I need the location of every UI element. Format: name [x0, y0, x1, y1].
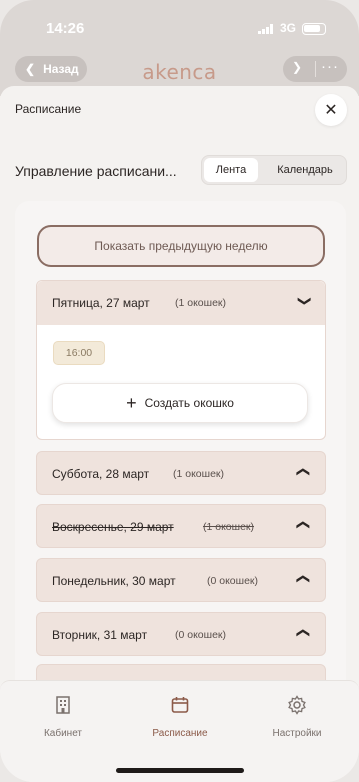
close-icon: ✕ — [324, 102, 338, 119]
day-slot-count: (0 окошек) — [175, 629, 226, 641]
day-name: Суббота, 28 март — [52, 467, 150, 481]
day-item[interactable]: Вторник, 31 март (0 окошек) ❮ — [36, 612, 326, 656]
status-time: 14:26 — [46, 20, 85, 37]
signal-icon — [258, 24, 273, 34]
view-toggle: Лента Календарь — [201, 155, 347, 185]
menu-divider — [315, 61, 316, 77]
day-name: Пятница, 27 март — [52, 296, 150, 310]
close-button[interactable]: ✕ — [315, 94, 347, 126]
tab-label: Кабинет — [43, 728, 83, 739]
tab-schedule[interactable]: Расписание — [130, 695, 230, 739]
day-slot-count: (1 окошек) — [203, 521, 254, 533]
schedule-sheet: Расписание ✕ Управление расписани... Лен… — [0, 86, 359, 782]
chevron-down-icon: ❮ — [296, 627, 312, 639]
app-screen: 14:26 3G ❮ Назад akenca ❯ ··· Расписание… — [0, 0, 359, 782]
network-label: 3G — [280, 21, 297, 35]
section-title: Управление расписани... — [15, 163, 177, 179]
chevron-down-icon[interactable]: ❯ — [292, 60, 302, 74]
building-icon — [56, 696, 70, 714]
tab-label: Настройки — [272, 728, 322, 739]
chevron-down-icon: ❮ — [296, 573, 312, 585]
chevron-down-icon: ❮ — [296, 519, 312, 531]
calendar-icon — [171, 697, 189, 713]
create-slot-label: Создать окошко — [144, 396, 234, 410]
chevron-up-icon: ❮ — [295, 295, 311, 307]
day-name: Понедельник, 30 март — [52, 574, 176, 588]
tab-calendar[interactable]: Календарь — [262, 156, 348, 184]
header-menu[interactable]: ❯ ··· — [283, 56, 347, 82]
tab-settings[interactable]: Настройки — [247, 695, 347, 739]
day-name: Воскресенье, 29 март — [52, 520, 174, 534]
day-slot-count: (1 окошек) — [173, 468, 224, 480]
tab-feed[interactable]: Лента — [204, 158, 258, 182]
day-slot-count: (1 окошек) — [175, 297, 226, 309]
day-item[interactable]: Суббота, 28 март (1 окошек) ❮ — [36, 451, 326, 495]
gear-icon — [288, 695, 306, 715]
create-slot-button[interactable]: + Создать окошко — [52, 383, 308, 423]
tab-cabinet[interactable]: Кабинет — [13, 695, 113, 739]
status-bar: 14:26 3G — [0, 18, 359, 40]
chevron-down-icon: ❮ — [296, 466, 312, 478]
day-name: Вторник, 31 март — [52, 628, 148, 642]
home-indicator — [116, 768, 244, 773]
day-item[interactable]: Понедельник, 30 март (0 окошек) ❮ — [36, 558, 326, 602]
day-item: Пятница, 27 март (1 окошек) ❮ 16:00 + Со… — [36, 280, 326, 440]
day-item[interactable]: Воскресенье, 29 март (1 окошек) ❮ — [36, 504, 326, 548]
day-header[interactable]: Пятница, 27 март (1 окошек) ❮ — [37, 281, 325, 325]
show-previous-week-button[interactable]: Показать предыдущую неделю — [37, 225, 325, 267]
sheet-title: Расписание — [15, 102, 82, 116]
battery-icon — [302, 23, 326, 35]
time-slot[interactable]: 16:00 — [53, 341, 105, 365]
plus-icon: + — [126, 393, 137, 413]
day-slot-count: (0 окошек) — [207, 575, 258, 587]
more-icon[interactable]: ··· — [321, 58, 339, 75]
tab-label: Расписание — [152, 728, 208, 739]
bottom-tab-bar: Кабинет Расписание Настройки — [0, 680, 359, 782]
